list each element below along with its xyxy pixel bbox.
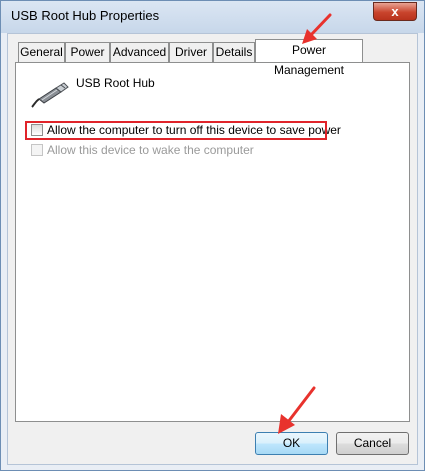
arrow-icon <box>278 386 316 434</box>
cancel-button[interactable]: Cancel <box>336 432 409 455</box>
tab-power[interactable]: Power <box>65 42 110 62</box>
close-icon: x <box>391 4 399 19</box>
tab-general[interactable]: General <box>18 42 65 62</box>
tab-details[interactable]: Details <box>213 42 255 62</box>
tab-panel <box>15 62 410 422</box>
allow-wake-checkbox <box>31 144 43 156</box>
title-bar: USB Root Hub Properties x <box>1 1 424 33</box>
device-name: USB Root Hub <box>76 76 155 90</box>
close-button[interactable]: x <box>373 2 417 21</box>
highlight-box <box>25 121 327 140</box>
tab-advanced[interactable]: Advanced <box>110 42 169 62</box>
tab-driver[interactable]: Driver <box>169 42 213 62</box>
arrow-icon <box>302 13 332 44</box>
allow-wake-label: Allow this device to wake the computer <box>47 143 254 157</box>
usb-connector-icon <box>31 82 69 108</box>
window-title: USB Root Hub Properties <box>11 8 160 23</box>
